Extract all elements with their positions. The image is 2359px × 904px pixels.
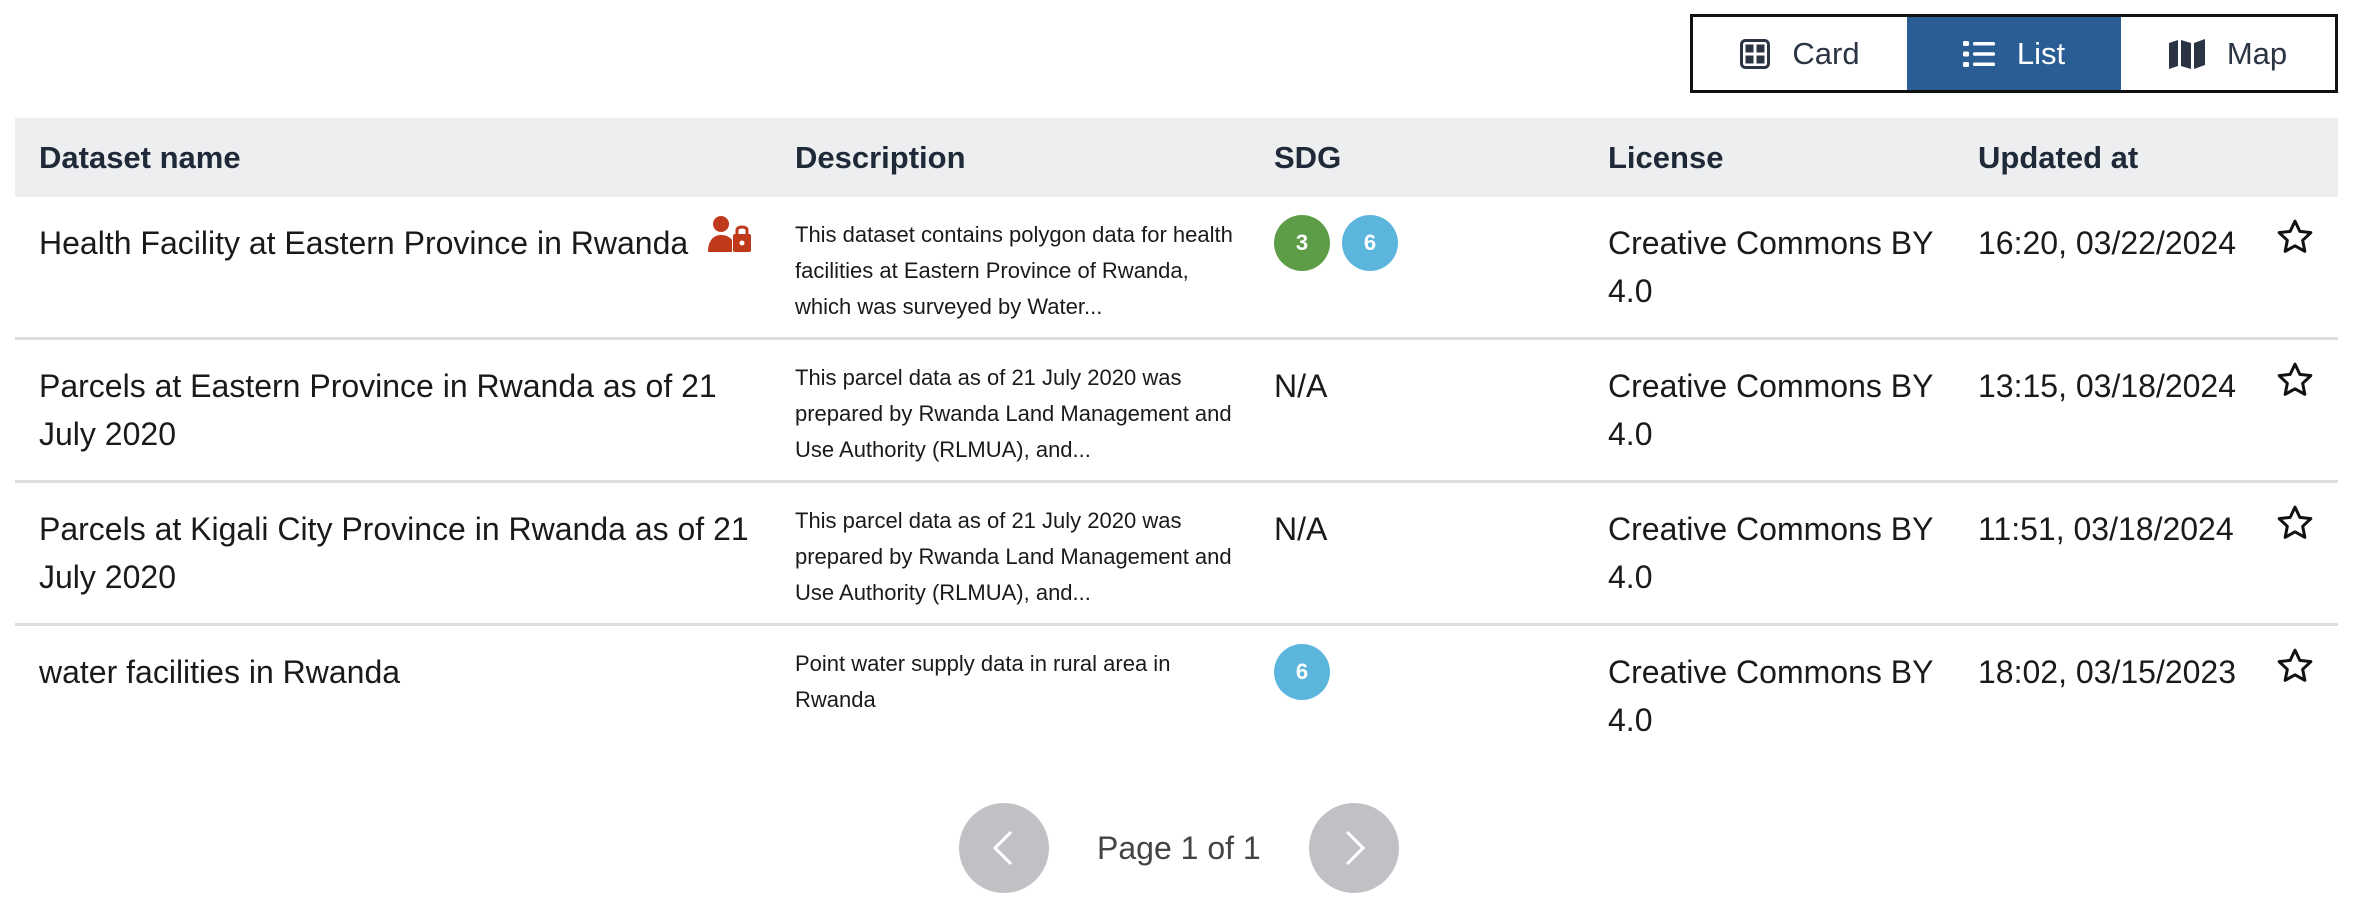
updated-at-cell: 11:51, 03/18/2024 [1978,511,2234,547]
header-license[interactable]: License [1608,118,1723,197]
view-map-label: Map [2226,35,2288,71]
license-cell: Creative Commons BY 4.0 [1608,225,1933,309]
header-dataset-name[interactable]: Dataset name [39,118,241,197]
table-row[interactable]: water facilities in Rwanda Point water s… [15,626,2338,766]
next-page-button[interactable] [1308,803,1399,893]
license-cell: Creative Commons BY 4.0 [1608,511,1933,595]
license-cell: Creative Commons BY 4.0 [1608,654,1933,738]
datasets-table: Dataset name Description SDG License Upd… [15,118,2338,766]
header-updated-at[interactable]: Updated at [1978,118,2138,197]
sdg-cell: N/A [1274,501,1327,553]
header-sdg: SDG [1274,140,1342,175]
favorite-star-icon[interactable] [2275,360,2319,404]
description-cell: This dataset contains polygon data for h… [795,222,1233,319]
table-row[interactable]: Health Facility at Eastern Province in R… [15,197,2338,340]
dataset-name[interactable]: water facilities in Rwanda [39,648,759,696]
table-row[interactable]: Parcels at Eastern Province in Rwanda as… [15,340,2338,483]
view-toggle: Card List Map [1690,14,2338,93]
updated-at-cell: 16:20, 03/22/2024 [1978,225,2237,261]
map-icon [2168,38,2205,69]
sdg-badge-3[interactable]: 3 [1274,215,1330,271]
sdg-cell: N/A [1274,358,1327,410]
view-map-button[interactable]: Map [2121,17,2335,90]
dataset-name[interactable]: Health Facility at Eastern Province in R… [39,225,688,261]
sdg-badge-6[interactable]: 6 [1274,644,1330,700]
grid-icon [1740,38,1771,69]
pagination: Page 1 of 1 [959,803,1399,893]
list-icon [1962,40,1995,67]
dataset-name[interactable]: Parcels at Kigali City Province in Rwand… [39,505,759,601]
header-description: Description [795,140,966,175]
chevron-right-icon [1345,830,1365,866]
favorite-star-icon[interactable] [2275,217,2319,261]
favorite-star-icon[interactable] [2275,503,2319,547]
dataset-name-cell[interactable]: Health Facility at Eastern Province in R… [39,216,759,267]
restricted-user-lock-icon [708,216,752,267]
view-list-button[interactable]: List [1907,17,2121,90]
sdg-cell: 6 [1274,644,1330,700]
sdg-cell: 3 6 [1274,215,1398,271]
sdg-not-available: N/A [1274,511,1328,547]
sdg-not-available: N/A [1274,368,1328,404]
license-cell: Creative Commons BY 4.0 [1608,368,1933,452]
updated-at-cell: 18:02, 03/15/2023 [1978,654,2237,690]
table-row[interactable]: Parcels at Kigali City Province in Rwand… [15,483,2338,626]
page-indicator: Page 1 of 1 [1097,829,1261,866]
description-cell: This parcel data as of 21 July 2020 was … [795,365,1232,462]
view-list-label: List [2016,35,2066,71]
updated-at-cell: 13:15, 03/18/2024 [1978,368,2237,404]
favorite-star-icon[interactable] [2275,646,2319,690]
dataset-name[interactable]: Parcels at Eastern Province in Rwanda as… [39,362,759,458]
sdg-badge-6[interactable]: 6 [1342,215,1398,271]
previous-page-button[interactable] [959,803,1049,893]
view-card-button[interactable]: Card [1693,17,1907,90]
chevron-left-icon [992,830,1013,866]
view-card-label: Card [1792,35,1860,71]
table-header: Dataset name Description SDG License Upd… [15,118,2338,197]
description-cell: This parcel data as of 21 July 2020 was … [795,508,1232,605]
description-cell: Point water supply data in rural area in… [795,651,1171,712]
